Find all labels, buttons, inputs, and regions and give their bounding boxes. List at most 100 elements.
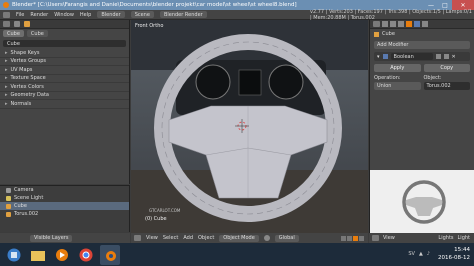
mode-select[interactable]: Object Mode	[219, 234, 259, 242]
object-name: Cube	[382, 31, 395, 37]
section-normals[interactable]: Normals	[0, 100, 129, 109]
shading-icon[interactable]	[263, 235, 270, 241]
taskbar-media[interactable]	[52, 245, 72, 265]
menu-add[interactable]: Add	[183, 235, 193, 241]
outliner-label: Cube	[14, 203, 27, 209]
layer-buttons[interactable]	[341, 235, 364, 241]
windows-logo-icon	[7, 248, 21, 261]
close-icon[interactable]: ✕	[452, 54, 456, 60]
blender-icon	[106, 250, 116, 261]
operation-label: Operation:	[374, 75, 401, 81]
boolean-fields: Union Torus.002	[374, 82, 470, 90]
object-tab-icon[interactable]	[406, 21, 412, 27]
outliner: Camera Scene Light Cube Torus.002	[0, 185, 130, 232]
outliner-row-cube[interactable]: Cube	[0, 202, 129, 210]
editor-type-icon[interactable]	[134, 235, 141, 241]
material-tab-icon[interactable]	[422, 21, 428, 27]
world-tab-icon[interactable]	[398, 21, 404, 27]
render-tab-icon[interactable]	[382, 21, 388, 27]
clock-date: 2016-08-12	[438, 255, 470, 261]
3d-viewport[interactable]: Front Ortho (0) Cube GTCARLOT.COM	[131, 20, 368, 233]
clock[interactable]: 15:44 2016-08-12	[438, 246, 470, 262]
boolean-icon	[382, 54, 388, 59]
mesh-icon	[6, 203, 11, 209]
tab-cube-object[interactable]: Cube	[3, 30, 24, 37]
mesh-icon[interactable]	[24, 21, 30, 27]
system-tray: SV ▲ ♪	[408, 251, 430, 257]
mesh-name-field[interactable]: Cube	[3, 40, 126, 47]
breadcrumb: Cube Cube	[0, 29, 129, 38]
editor-type-icon[interactable]	[3, 21, 10, 27]
apply-copy-row: Apply Copy	[374, 64, 470, 72]
modifier-tab-icon[interactable]	[414, 21, 420, 27]
menu-file[interactable]: File	[16, 12, 24, 18]
taskbar-blender[interactable]	[100, 244, 120, 265]
properties-tabs	[370, 20, 474, 29]
modifier-header: ▾ Boolean ✕	[374, 52, 470, 61]
menu-object[interactable]: Object	[198, 235, 214, 241]
section-vertex-colors[interactable]: Vertex Colors	[0, 83, 129, 92]
language-indicator[interactable]: SV	[408, 251, 415, 257]
section-shape-keys[interactable]: Shape Keys	[0, 49, 129, 58]
editor-type-icon[interactable]	[373, 21, 380, 27]
properties-editor: Cube Add Modifier ▾ Boolean ✕ Apply Copy…	[369, 20, 474, 170]
outliner-row-scene-light[interactable]: Scene Light	[0, 194, 129, 202]
render-toggle[interactable]	[443, 54, 449, 59]
section-texture-space[interactable]: Texture Space	[0, 75, 129, 83]
blender-logo-icon	[3, 2, 9, 8]
volume-icon[interactable]: ♪	[427, 251, 430, 257]
render-engine-select[interactable]: Blender Render	[159, 11, 207, 18]
operation-select[interactable]: Union	[374, 82, 421, 90]
section-uv-maps[interactable]: UV Maps	[0, 66, 129, 75]
scene-stats: v2.77 | Verts:203 | Faces:197 | Tris:398…	[310, 8, 472, 21]
visible-layers-select[interactable]: Visible Layers	[30, 234, 73, 242]
layout-label: Blender	[101, 11, 121, 18]
collapse-icon[interactable]: ▾	[377, 54, 380, 60]
taskbar-chrome[interactable]	[76, 245, 96, 265]
tab-cube-mesh[interactable]: Cube	[26, 30, 48, 37]
taskbar-explorer[interactable]	[28, 245, 48, 265]
window-title: Blender* [C:\Users\Farangis and Danie\Do…	[12, 2, 297, 8]
outliner-header: Visible Layers	[0, 233, 130, 243]
properties-footer: View Lights Light	[369, 233, 474, 243]
tray-arrow-icon[interactable]: ▲	[419, 251, 423, 257]
realtime-toggle[interactable]	[435, 54, 441, 59]
apply-button[interactable]: Apply	[374, 64, 421, 72]
outliner-row-torus[interactable]: Torus.002	[0, 210, 129, 218]
footer-lights[interactable]: Lights	[438, 235, 453, 241]
object-icon	[374, 31, 379, 37]
clock-time: 15:44	[454, 247, 470, 253]
menu-view[interactable]: View	[146, 235, 158, 241]
object-field-label: Object:	[423, 75, 442, 81]
scene-tab-icon[interactable]	[390, 21, 396, 27]
outliner-row-camera[interactable]: Camera	[0, 186, 129, 194]
menu-help[interactable]: Help	[80, 12, 91, 18]
add-modifier-button[interactable]: Add Modifier	[374, 41, 470, 49]
scene-select[interactable]: Scene	[130, 11, 154, 18]
viewport-scene	[131, 20, 368, 233]
info-header: File Render Window Help Blender Scene Bl…	[0, 8, 474, 21]
preview-render	[370, 170, 474, 233]
menu-select[interactable]: Select	[163, 235, 178, 241]
watermark-text: GTCARLOT.COM	[149, 208, 181, 213]
outliner-label: Torus.002	[14, 211, 39, 217]
boolean-labels: Operation: Object:	[374, 75, 470, 81]
object-data-icon[interactable]	[14, 21, 20, 27]
start-button[interactable]	[4, 245, 24, 265]
footer-light[interactable]: Light	[458, 235, 470, 241]
editor-type-icon[interactable]	[3, 11, 10, 18]
orientation-select[interactable]: Global	[274, 234, 299, 242]
copy-button[interactable]: Copy	[423, 64, 470, 72]
menu-window[interactable]: Window	[54, 12, 74, 18]
object-select[interactable]: Torus.002	[423, 82, 470, 90]
menu-render[interactable]: Render	[30, 12, 48, 18]
lamp-icon	[6, 195, 11, 201]
footer-view[interactable]: View	[383, 235, 395, 241]
scene-label: Scene	[134, 11, 150, 18]
modifier-name-field[interactable]: Boolean	[390, 53, 433, 60]
layout-select[interactable]: Blender	[97, 11, 125, 18]
section-vertex-groups[interactable]: Vertex Groups	[0, 58, 129, 66]
editor-type-icon[interactable]	[372, 235, 379, 241]
section-geometry-data[interactable]: Geometry Data	[0, 92, 129, 100]
panel-header	[0, 20, 129, 29]
